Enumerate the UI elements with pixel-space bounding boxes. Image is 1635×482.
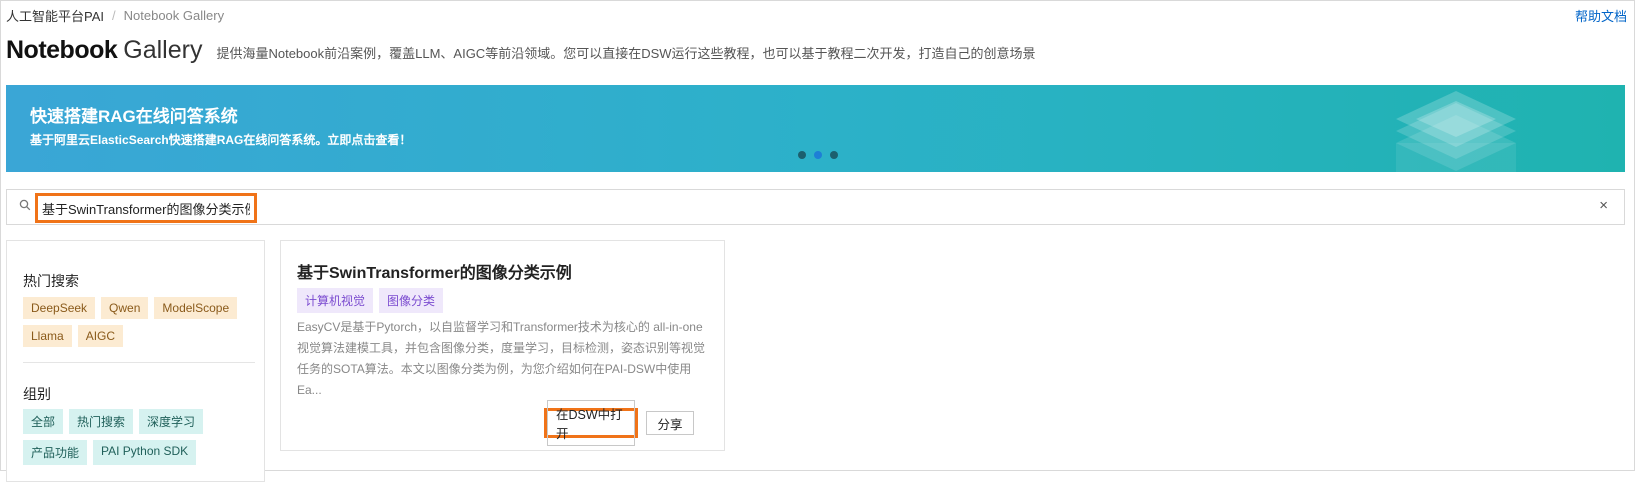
- open-in-dsw-button[interactable]: 在DSW中打开: [544, 400, 638, 446]
- promo-banner[interactable]: 快速搭建RAG在线问答系统 基于阿里云ElasticSearch快速搭建RAG在…: [6, 85, 1625, 172]
- clear-icon[interactable]: ×: [1599, 197, 1608, 214]
- group-tag-deep-learning[interactable]: 深度学习: [139, 409, 204, 434]
- sidebar-divider: [23, 362, 255, 363]
- group-tag-product[interactable]: 产品功能: [23, 440, 88, 465]
- search-input[interactable]: [35, 193, 257, 223]
- hot-tag-aigc[interactable]: AIGC: [77, 325, 124, 347]
- hot-tag-deepseek[interactable]: DeepSeek: [23, 297, 96, 319]
- search-bar: ×: [6, 189, 1625, 225]
- hot-tag-modelscope[interactable]: ModelScope: [154, 297, 238, 319]
- hot-search-tags: DeepSeek Qwen ModelScope Llama AIGC: [23, 297, 243, 347]
- group-tag-all[interactable]: 全部: [23, 409, 64, 434]
- help-docs-link[interactable]: 帮助文档: [1575, 6, 1627, 25]
- share-button[interactable]: 分享: [646, 411, 694, 435]
- notebook-card[interactable]: 基于SwinTransformer的图像分类示例 计算机视觉 图像分类 Easy…: [280, 240, 725, 451]
- search-icon: [19, 199, 31, 211]
- hot-tag-llama[interactable]: Llama: [23, 325, 72, 347]
- carousel-dot[interactable]: [798, 151, 806, 159]
- breadcrumb-current: Notebook Gallery: [123, 8, 225, 23]
- banner-title: 快速搭建RAG在线问答系统: [30, 107, 238, 126]
- card-tag-classification: 图像分类: [379, 288, 444, 313]
- card-tag-cv: 计算机视觉: [297, 288, 374, 313]
- group-tags: 全部 热门搜索 深度学习 产品功能 PAI Python SDK: [23, 409, 243, 465]
- carousel-dot-active[interactable]: [814, 151, 822, 159]
- group-title: 组别: [23, 386, 51, 402]
- page-title: Notebook Gallery 提供海量Notebook前沿案例，覆盖LLM、…: [6, 36, 1036, 65]
- group-tag-hot[interactable]: 热门搜索: [69, 409, 134, 434]
- filter-sidebar: 热门搜索 DeepSeek Qwen ModelScope Llama AIGC…: [6, 240, 265, 482]
- card-tags: 计算机视觉 图像分类: [297, 288, 444, 313]
- page-subtitle: 提供海量Notebook前沿案例，覆盖LLM、AIGC等前沿领域。您可以直接在D…: [216, 46, 1036, 61]
- banner-description: 基于阿里云ElasticSearch快速搭建RAG在线问答系统。立即点击查看！: [30, 133, 412, 147]
- carousel-dot[interactable]: [830, 151, 838, 159]
- group-tag-sdk[interactable]: PAI Python SDK: [93, 440, 197, 465]
- breadcrumb: 人工智能平台PAI / Notebook Gallery: [6, 6, 224, 25]
- hot-tag-qwen[interactable]: Qwen: [101, 297, 149, 319]
- page-title-light: Gallery: [123, 36, 203, 64]
- card-description: EasyCV是基于Pytorch，以自监督学习和Transformer技术为核心…: [297, 320, 706, 397]
- card-title[interactable]: 基于SwinTransformer的图像分类示例: [297, 259, 572, 283]
- hot-search-title: 热门搜索: [23, 273, 79, 289]
- breadcrumb-root[interactable]: 人工智能平台PAI: [6, 6, 104, 25]
- page-title-bold: Notebook: [6, 36, 118, 64]
- open-in-dsw-label: 在DSW中打开: [547, 400, 635, 446]
- breadcrumb-separator: /: [112, 8, 116, 23]
- carousel-dots: [798, 151, 838, 159]
- layers-illustration-icon: [1396, 91, 1516, 172]
